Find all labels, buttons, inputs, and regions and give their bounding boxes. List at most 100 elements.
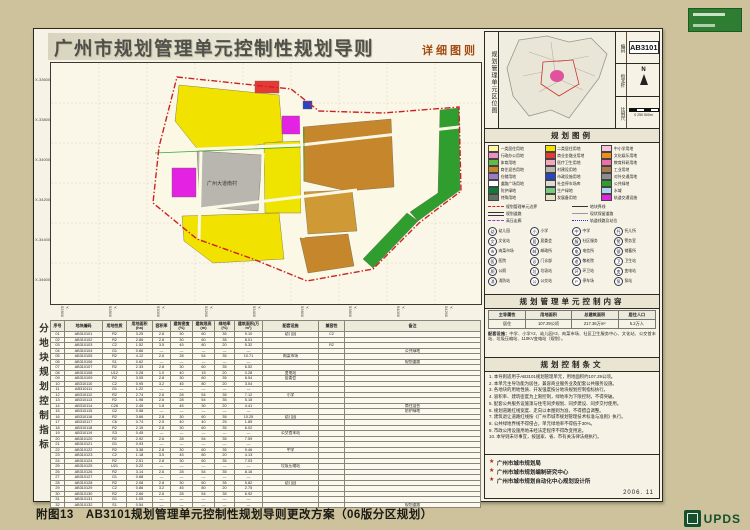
legend-color-swatch bbox=[601, 145, 612, 152]
map-x-coordinate: X-34000 bbox=[35, 157, 50, 162]
facility-label: 垃圾站 bbox=[541, 269, 552, 274]
title-band: 广州市规划管理单元控制性规划导则 详细图则 bbox=[48, 33, 480, 60]
facility-label: 门诊部 bbox=[541, 259, 552, 264]
map-y-coordinate: Y-53000 bbox=[156, 306, 166, 319]
facility-label: 托儿所 bbox=[625, 229, 636, 234]
credit-org: ★广州市城市规划编制研究中心 bbox=[489, 467, 655, 476]
facility-icon: 银 bbox=[614, 247, 623, 256]
table-header-cell: 地块编码 bbox=[65, 321, 103, 332]
legend-land-label: 社会停车场库 bbox=[557, 181, 580, 187]
control-value-cell: 5.2万人 bbox=[618, 320, 655, 329]
facility-icon: 邮 bbox=[530, 247, 539, 256]
legend-icon-item: 卫卫生站 bbox=[614, 257, 656, 266]
facility-icon: 消 bbox=[488, 277, 497, 286]
legend-land-grid: 一类居住用地二类居住用地中小学用地行政办公用地商业金融业用地文化娱乐用地体育用地… bbox=[488, 145, 656, 201]
legend-land-label: 市政设施用地 bbox=[557, 174, 580, 180]
document-sheet: 广州市规划管理单元控制性规划导则 详细图则 X-33600 X-33800 X-34… bbox=[33, 28, 663, 502]
facility-label: 敬老院 bbox=[583, 259, 594, 264]
map-y-labels: Y-52600Y-52800Y-53000Y-53200Y-53400Y-536… bbox=[50, 305, 480, 319]
provision-item: 10. 本导则未尽事宜，按国家、省、市有关法律法规执行。 bbox=[489, 434, 655, 440]
control-header-cell: 总建筑面积 bbox=[571, 311, 618, 320]
table-header-cell: 兼容性 bbox=[319, 321, 345, 332]
org-emblem-icon: ★ bbox=[489, 476, 494, 485]
facility-label: 肉菜市场 bbox=[499, 249, 514, 254]
plot-control-table: 序号地块编码用地性质用地面积(ha)容积率建筑密度(%)建筑限高(m)绿地率(%… bbox=[50, 320, 481, 508]
legend-icon-item: 垃垃圾站 bbox=[530, 267, 572, 276]
facility-icon: 服 bbox=[572, 237, 581, 246]
village-label: 广州大道南村 bbox=[207, 180, 237, 187]
legend-icon-item: 老敬老院 bbox=[572, 257, 614, 266]
facilities-label: 配套设施： bbox=[488, 331, 509, 336]
facility-label: 幼儿园 bbox=[499, 229, 510, 234]
map-y-coordinate: Y-54200 bbox=[444, 306, 454, 319]
legend-color-swatch bbox=[488, 159, 499, 166]
provision-item: 1. 本导则适用于AB3101规划管理单元，用地面积约107.29公顷。 bbox=[489, 374, 655, 380]
legend-land-item: 发展备用地 bbox=[545, 194, 600, 201]
legend-color-swatch bbox=[545, 173, 556, 180]
legend-color-swatch bbox=[601, 187, 612, 194]
legend-icon-item: 电电信所 bbox=[572, 247, 614, 256]
legend-land-label: 道路广场用地 bbox=[501, 181, 524, 187]
legend-color-swatch bbox=[601, 194, 612, 201]
control-value-cell: 居住 bbox=[489, 320, 526, 329]
legend-land-item: 体育用地 bbox=[488, 159, 543, 166]
legend-icon-item: 环环卫站 bbox=[572, 267, 614, 276]
control-value-cell: 217.36万m² bbox=[571, 320, 618, 329]
legend-color-swatch bbox=[488, 152, 499, 159]
legend-land-item: 道路广场用地 bbox=[488, 180, 543, 187]
legend-land-item: 村建设用地 bbox=[545, 166, 600, 173]
control-value-cell: 107.29公顷 bbox=[526, 320, 572, 329]
legend-line-label: 规划管理单元边界 bbox=[506, 204, 537, 210]
map-x-labels: X-33600X-33800X-34000X-34200X-34400X-346… bbox=[34, 62, 49, 303]
legend-line-item: 规划管理单元边界 bbox=[488, 203, 572, 210]
upds-logo: UPDS bbox=[684, 510, 741, 527]
control-header: 规划管理单元控制内容 bbox=[485, 295, 659, 309]
legend-line-sample bbox=[488, 220, 504, 221]
legend-land-item: 医疗卫生用地 bbox=[545, 159, 600, 166]
legend-line-grid: 规划管理单元边界地块界线规划道路现状保留道路高压走廊轨道线路及站位 bbox=[488, 203, 656, 224]
table-header-cell: 容积率 bbox=[153, 321, 171, 332]
facility-label: 环卫站 bbox=[583, 269, 594, 274]
legend-land-label: 发展备用地 bbox=[557, 195, 576, 201]
map-y-coordinate: Y-52600 bbox=[60, 306, 70, 319]
map-x-coordinate: X-33600 bbox=[35, 77, 50, 82]
legend-icon-item: 诊门诊部 bbox=[530, 257, 572, 266]
map-x-coordinate: X-33800 bbox=[35, 117, 50, 122]
legend-land-label: 文化娱乐用地 bbox=[614, 153, 637, 159]
legend-land-label: 商住混合用地 bbox=[501, 167, 524, 173]
facility-label: 储蓄所 bbox=[625, 249, 636, 254]
facility-label: 公厕 bbox=[499, 269, 507, 274]
code-label: 编码 bbox=[616, 32, 627, 63]
legend-line-label: 地块界线 bbox=[590, 204, 606, 210]
control-body: 主导属性用地面积总建筑面积居住人口居住107.29公顷217.36万m²5.2万… bbox=[485, 309, 659, 358]
facility-icon: 卫 bbox=[614, 257, 623, 266]
legend-color-swatch bbox=[488, 145, 499, 152]
legend-color-swatch bbox=[488, 180, 499, 187]
facility-icon: 托 bbox=[614, 227, 623, 236]
legend-color-swatch bbox=[601, 152, 612, 159]
legend-line-item: 地块界线 bbox=[572, 203, 656, 210]
legend-icon-item: 公公交站 bbox=[530, 277, 572, 286]
legend-icon-item: 邮邮政所 bbox=[530, 247, 572, 256]
legend-land-item: 防护绿地 bbox=[488, 187, 543, 194]
legend-land-item: 社会停车场库 bbox=[545, 180, 600, 187]
legend-land-item: 文化娱乐用地 bbox=[601, 152, 656, 159]
provision-item: 9. 市政公用设施用地未经法定程序不得改变用途。 bbox=[489, 428, 655, 434]
provisions-body: 1. 本导则适用于AB3101规划管理单元，用地面积约107.29公顷。2. 本… bbox=[485, 372, 659, 455]
legend-line-sample bbox=[572, 220, 588, 221]
facilities-text: 配套设施：中学、小学×2、幼儿园×3、肉菜市场、社区卫生服务中心、文化站、公交首… bbox=[488, 331, 656, 342]
legend-color-swatch bbox=[545, 187, 556, 194]
provision-item: 5. 配套公共服务设施须与住宅同步规划、同步建设、同步交付使用。 bbox=[489, 401, 655, 407]
credits-footer: ★广州市城市规划局★广州市城市规划编制研究中心★广州市城市规划自动化中心规划设计… bbox=[485, 455, 659, 498]
legend-icon-item: 市肉菜市场 bbox=[488, 247, 530, 256]
control-header-cell: 居住人口 bbox=[618, 311, 655, 320]
facility-label: 泵站 bbox=[625, 279, 633, 284]
legend-land-label: 医疗卫生用地 bbox=[557, 160, 580, 166]
legend-color-swatch bbox=[488, 187, 499, 194]
facility-label: 医院 bbox=[499, 259, 507, 264]
credit-org: ★广州市城市规划局 bbox=[489, 458, 655, 467]
control-header-cell: 用地面积 bbox=[526, 311, 572, 320]
scale-cell: 比例尺 0 250 500m bbox=[616, 97, 660, 128]
facility-label: 电信所 bbox=[583, 249, 594, 254]
legend-icon-item: 小小学 bbox=[530, 227, 572, 236]
